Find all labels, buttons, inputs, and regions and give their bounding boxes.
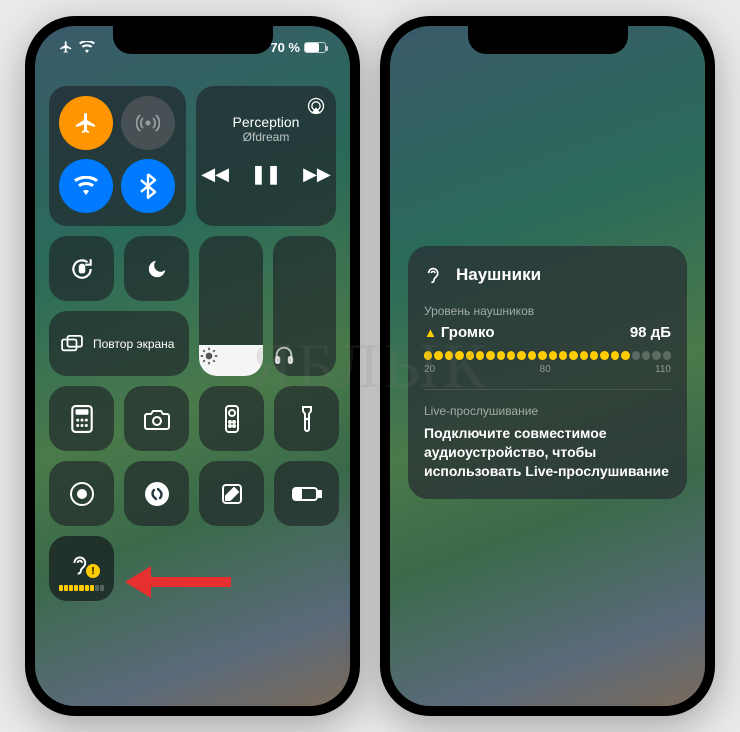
hearing-panel: Наушники Уровень наушников ▲Громко 98 дБ… bbox=[408, 246, 687, 499]
flashlight-icon bbox=[300, 405, 314, 433]
screen-hearing-panel: Наушники Уровень наушников ▲Громко 98 дБ… bbox=[390, 26, 705, 706]
screen-record-button[interactable] bbox=[49, 461, 114, 526]
wifi-toggle[interactable] bbox=[59, 159, 113, 213]
brightness-slider[interactable] bbox=[199, 236, 263, 376]
notes-icon bbox=[220, 482, 244, 506]
calculator-button[interactable] bbox=[49, 386, 114, 451]
media-title: Perception bbox=[206, 114, 326, 130]
orientation-lock-button[interactable] bbox=[49, 236, 114, 301]
sun-icon bbox=[199, 346, 263, 366]
battery-icon bbox=[304, 42, 326, 53]
panel-header: Наушники bbox=[424, 264, 671, 286]
wifi-status-icon bbox=[79, 41, 95, 53]
phone-right: Наушники Уровень наушников ▲Громко 98 дБ… bbox=[380, 16, 715, 716]
notch bbox=[113, 26, 273, 54]
level-meter bbox=[424, 351, 671, 360]
low-power-button[interactable] bbox=[274, 461, 339, 526]
phone-left: 70 % bbox=[25, 16, 360, 716]
calculator-icon bbox=[71, 405, 93, 433]
flashlight-button[interactable] bbox=[274, 386, 339, 451]
connectivity-module[interactable] bbox=[49, 86, 186, 226]
headphones-icon bbox=[273, 344, 337, 366]
media-artist: Øfdream bbox=[206, 130, 326, 144]
hearing-button[interactable]: ! bbox=[49, 536, 114, 601]
bluetooth-toggle[interactable] bbox=[121, 159, 175, 213]
level-value: 98 дБ bbox=[630, 324, 671, 341]
hearing-meter-mini bbox=[59, 585, 104, 591]
screen-control-center: 70 % bbox=[35, 26, 350, 706]
shazam-button[interactable] bbox=[124, 461, 189, 526]
level-status: ▲Громко bbox=[424, 324, 495, 341]
divider bbox=[424, 389, 671, 390]
screen-record-icon bbox=[69, 481, 95, 507]
apple-tv-remote-icon bbox=[225, 405, 239, 433]
previous-track-icon[interactable]: ◀◀ bbox=[201, 164, 229, 185]
media-module[interactable]: Perception Øfdream ◀◀ ❚❚ ▶▶ bbox=[196, 86, 336, 226]
next-track-icon[interactable]: ▶▶ bbox=[303, 164, 331, 185]
do-not-disturb-button[interactable] bbox=[124, 236, 189, 301]
notch bbox=[468, 26, 628, 54]
warning-icon: ▲ bbox=[424, 325, 437, 340]
airplane-status-icon bbox=[59, 40, 73, 54]
screen-mirroring-label: Повтор экрана bbox=[93, 337, 174, 351]
battery-percent: 70 % bbox=[270, 40, 300, 55]
notes-button[interactable] bbox=[199, 461, 264, 526]
volume-slider[interactable] bbox=[273, 236, 337, 376]
warning-badge-icon: ! bbox=[86, 564, 100, 578]
annotation-arrow bbox=[125, 566, 231, 598]
screen-mirroring-button[interactable]: Повтор экрана bbox=[49, 311, 189, 376]
panel-title: Наушники bbox=[456, 265, 541, 285]
airplay-icon[interactable] bbox=[306, 96, 326, 116]
level-label: Уровень наушников bbox=[424, 304, 671, 318]
camera-icon bbox=[144, 408, 170, 430]
tile-grid bbox=[49, 386, 336, 526]
shazam-icon bbox=[144, 481, 170, 507]
low-power-icon bbox=[292, 486, 322, 502]
ear-icon bbox=[424, 264, 446, 286]
airplane-toggle[interactable] bbox=[59, 96, 113, 150]
pause-icon[interactable]: ❚❚ bbox=[251, 164, 281, 185]
level-scale: 2080110 bbox=[424, 364, 671, 375]
camera-button[interactable] bbox=[124, 386, 189, 451]
cellular-toggle[interactable] bbox=[121, 96, 175, 150]
apple-tv-remote-button[interactable] bbox=[199, 386, 264, 451]
live-listen-text: Подключите совместимое аудиоустройство, … bbox=[424, 424, 671, 481]
live-listen-label: Live-прослушивание bbox=[424, 404, 671, 418]
